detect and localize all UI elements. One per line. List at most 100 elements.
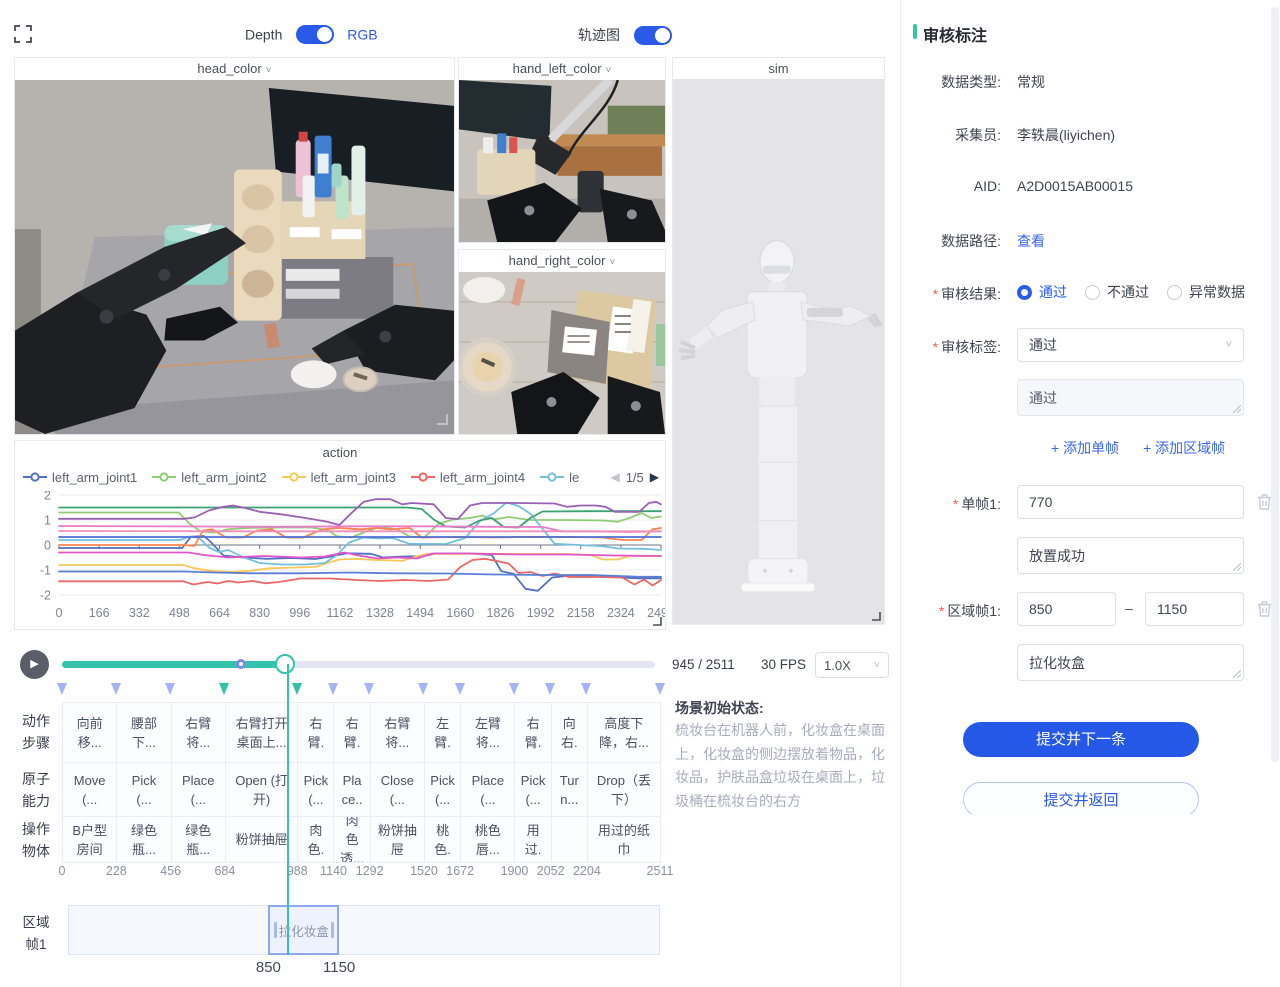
operated-object-cell[interactable]: 桃色. (424, 816, 461, 863)
region-end-input[interactable] (1145, 592, 1244, 626)
legend-next-icon[interactable]: ▶ (650, 470, 659, 484)
timeline-marker[interactable] (455, 683, 465, 695)
atomic-ability-cell[interactable]: Place.. (333, 762, 370, 817)
action-step-cell[interactable]: 右臂. (514, 702, 551, 763)
timeline-marker[interactable] (545, 683, 555, 695)
action-step-cell[interactable]: 右臂. (297, 702, 334, 763)
submit-next-button[interactable]: 提交并下一条 (963, 722, 1199, 757)
chevron-down-icon: ˅ (606, 65, 612, 76)
atomic-ability-cell[interactable]: Pick (... (424, 762, 461, 817)
add-region-frame-link[interactable]: + 添加区域帧 (1143, 438, 1225, 458)
resize-grip-icon[interactable] (870, 610, 881, 621)
legend-item[interactable]: left_arm_joint3 (282, 470, 396, 485)
review-result-radio-option[interactable]: 异常数据 (1167, 282, 1245, 302)
action-step-cell[interactable]: 右臂将... (171, 702, 226, 763)
data-path-view-link[interactable]: 查看 (1017, 231, 1045, 251)
svg-text:996: 996 (289, 606, 310, 620)
band-left-handle[interactable] (274, 922, 277, 938)
atomic-ability-cell[interactable]: Close (... (370, 762, 425, 817)
timeline-marker[interactable] (292, 683, 302, 695)
resize-grip-icon[interactable] (651, 615, 662, 626)
legend-pagination: ◀ 1/5 ▶ (610, 465, 659, 489)
operated-object-cell[interactable]: 肉色透... (333, 816, 370, 863)
timeline-marker[interactable] (655, 683, 665, 695)
atomic-ability-cell[interactable]: Move (... (62, 762, 117, 817)
scene-initial-state-title: 场景初始状态: (675, 698, 890, 718)
operated-object-cell[interactable]: 绿色瓶... (171, 816, 226, 863)
depth-rgb-toggle[interactable] (296, 25, 334, 44)
operated-object-cell[interactable] (551, 816, 588, 863)
region-frame-note[interactable]: 拉化妆盒 (1017, 644, 1244, 681)
action-step-cell[interactable]: 左臂. (424, 702, 461, 763)
operated-object-cell[interactable]: 肉色. (297, 816, 334, 863)
legend-item[interactable]: left_arm_joint1 (23, 470, 137, 485)
atomic-ability-cell[interactable]: Turn... (551, 762, 588, 817)
review-tag-select[interactable]: 通过˅ (1017, 328, 1244, 362)
panel-scrollbar[interactable] (1271, 7, 1279, 762)
timeline-marker[interactable] (364, 683, 374, 695)
add-single-frame-link[interactable]: + 添加单帧 (1051, 438, 1119, 458)
hand-right-title[interactable]: hand_right_color˅ (459, 250, 665, 272)
sim-title[interactable]: sim (673, 58, 884, 80)
action-step-cell[interactable]: 向右. (551, 702, 588, 763)
speed-select[interactable]: 1.0X˅ (815, 652, 889, 678)
atomic-ability-cell[interactable]: Pick (... (116, 762, 171, 817)
region-track[interactable] (68, 905, 660, 955)
timeline-marker[interactable] (581, 683, 591, 695)
app-root: Depth RGB 轨迹图 head_color˅ (0, 0, 1280, 987)
region-start-input[interactable] (1017, 592, 1116, 626)
single-frame-input[interactable] (1017, 485, 1244, 519)
legend-item[interactable]: left_arm_joint4 (411, 470, 525, 485)
svg-text:2: 2 (44, 491, 51, 503)
review-tag-note[interactable]: 通过 (1017, 379, 1244, 416)
timeline-marker[interactable] (418, 683, 428, 695)
operated-object-cell[interactable]: 粉饼抽屉 (370, 816, 425, 863)
operated-object-cell[interactable]: B户型房间 (62, 816, 117, 863)
timeline-marker[interactable] (165, 683, 175, 695)
action-step-cell[interactable]: 向前移... (62, 702, 117, 763)
timeline-marker[interactable] (111, 683, 121, 695)
timeline-marker[interactable] (219, 683, 229, 695)
review-result-radio-option[interactable]: 不通过 (1085, 282, 1149, 302)
band-right-handle[interactable] (331, 922, 334, 938)
region-track-label: 区域帧1 (20, 912, 52, 956)
operated-object-cell[interactable]: 用过. (514, 816, 551, 863)
atomic-ability-cell[interactable]: Pick (... (514, 762, 551, 817)
atomic-ability-cell[interactable]: Drop（丢下） (587, 762, 661, 817)
hand-left-title[interactable]: hand_left_color˅ (459, 58, 665, 80)
play-button[interactable]: ▶ (20, 650, 49, 679)
atomic-ability-cell[interactable]: Pick (... (297, 762, 334, 817)
fullscreen-icon[interactable] (14, 25, 32, 43)
atomic-ability-cell[interactable]: Place (... (460, 762, 515, 817)
legend-prev-icon[interactable]: ◀ (610, 470, 619, 484)
single-frame-note[interactable]: 放置成功 (1017, 537, 1244, 574)
action-step-cell[interactable]: 左臂将... (460, 702, 515, 763)
legend-item[interactable]: le (540, 470, 579, 485)
action-step-cell[interactable]: 腰部下... (116, 702, 171, 763)
legend-item[interactable]: left_arm_joint2 (152, 470, 266, 485)
review-result-radio-selected[interactable]: 通过 (1017, 282, 1067, 302)
timeline-marker[interactable] (328, 683, 338, 695)
region-start-value: 850 (256, 959, 281, 976)
timeline-slider-handle[interactable] (275, 654, 295, 674)
head-color-title[interactable]: head_color˅ (15, 58, 454, 80)
sim-panel: sim (672, 57, 885, 625)
action-step-cell[interactable]: 高度下降，右... (587, 702, 661, 763)
axis-tick-label: 2204 (573, 864, 601, 878)
timeline-marker[interactable] (57, 683, 67, 695)
submit-return-button[interactable]: 提交并返回 (963, 782, 1199, 814)
row-label-atomic-ability: 原子能力 (20, 768, 52, 812)
action-step-cell[interactable]: 右臂将... (370, 702, 425, 763)
data-type-value: 常规 (1017, 72, 1045, 92)
action-step-cell[interactable]: 右臂. (333, 702, 370, 763)
atomic-ability-cell[interactable]: Place (... (171, 762, 226, 817)
operated-object-cell[interactable]: 绿色瓶... (116, 816, 171, 863)
trajectory-toggle[interactable] (634, 26, 672, 45)
region-band[interactable]: 拉化妆盒 (268, 905, 339, 955)
operated-object-cell[interactable]: 用过的纸巾 (587, 816, 661, 863)
operated-object-cell[interactable]: 桃色唇... (460, 816, 515, 863)
single-frame-marker-dot[interactable] (236, 659, 246, 669)
timeline-marker[interactable] (509, 683, 519, 695)
add-frame-links: + 添加单帧 + 添加区域帧 (1051, 438, 1225, 458)
svg-text:1992: 1992 (527, 606, 555, 620)
